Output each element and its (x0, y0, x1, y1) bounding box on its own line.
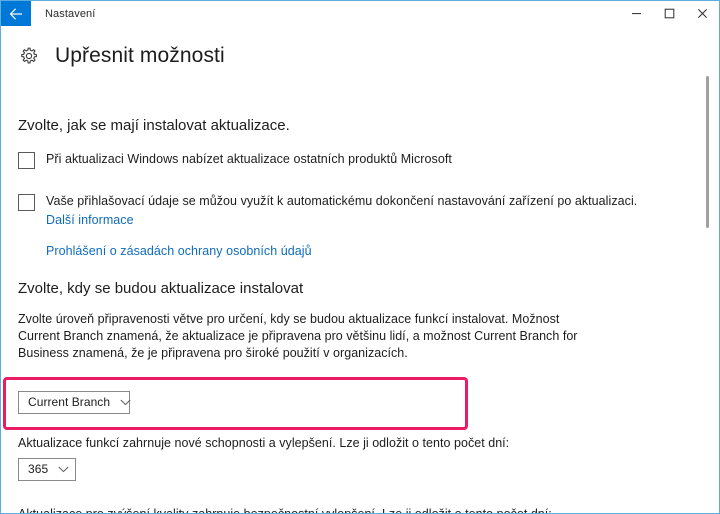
back-button[interactable] (1, 1, 31, 26)
when-install-description: Zvolte úroveň připravenosti větve pro ur… (18, 312, 578, 360)
window-title: Nastavení (45, 7, 96, 20)
checkbox-row-microsoft-products[interactable]: Při aktualizaci Windows nabízet aktualiz… (18, 151, 719, 169)
checkbox-row-credentials[interactable]: Vaše přihlašovací údaje se můžou využít … (18, 193, 719, 229)
maximize-button[interactable] (653, 1, 686, 26)
branch-readiness-dropdown[interactable]: Current Branch (18, 390, 131, 414)
checkbox-credentials[interactable] (18, 194, 35, 211)
privacy-link-row: Prohlášení o zásadách ochrany osobních ú… (18, 242, 719, 260)
checkbox-credentials-label: Vaše přihlašovací údaje se můžou využít … (46, 194, 638, 208)
scrollbar-thumb[interactable] (706, 76, 709, 228)
when-install-heading: Zvolte, kdy se budou aktualizace instalo… (18, 280, 304, 297)
feature-update-defer-value: 365 (28, 462, 49, 476)
content-area: Zvolte, jak se mají instalovat aktualiza… (1, 71, 719, 514)
branch-readiness-value: Current Branch (28, 395, 111, 409)
vertical-scrollbar[interactable] (702, 27, 713, 512)
checkbox-microsoft-products[interactable] (18, 152, 35, 169)
caption-buttons (620, 1, 719, 26)
settings-window: Nastavení Upřesnit možnosti Zvolte, jak … (0, 0, 720, 514)
chevron-down-icon (58, 466, 69, 473)
feature-update-defer-group: Aktualizace funkcí zahrnuje nové schopno… (18, 436, 719, 481)
close-button[interactable] (686, 1, 719, 26)
quality-update-defer-text: Aktualizace pro zvýšení kvality zahrnuje… (18, 506, 552, 514)
minimize-button[interactable] (620, 1, 653, 26)
close-icon (697, 8, 708, 19)
feature-update-defer-dropdown[interactable]: 365 (18, 457, 76, 481)
minimize-icon (631, 8, 642, 19)
page-title: Upřesnit možnosti (55, 44, 225, 67)
title-bar: Nastavení (1, 1, 719, 27)
maximize-icon (664, 8, 675, 19)
checkbox-microsoft-products-label: Při aktualizaci Windows nabízet aktualiz… (46, 152, 452, 166)
back-arrow-icon (9, 7, 23, 20)
checkbox-credentials-content: Vaše přihlašovací údaje se můžou využít … (46, 193, 637, 229)
privacy-statement-link[interactable]: Prohlášení o zásadách ochrany osobních ú… (46, 244, 312, 258)
chevron-down-icon (120, 399, 131, 406)
feature-update-defer-text: Aktualizace funkcí zahrnuje nové schopno… (18, 435, 510, 450)
gear-icon (18, 45, 40, 67)
quality-update-defer-group: Aktualizace pro zvýšení kvality zahrnuje… (18, 507, 719, 514)
install-updates-heading: Zvolte, jak se mají instalovat aktualiza… (18, 117, 290, 134)
more-info-link[interactable]: Další informace (46, 212, 134, 229)
page-header: Upřesnit možnosti (1, 27, 719, 71)
